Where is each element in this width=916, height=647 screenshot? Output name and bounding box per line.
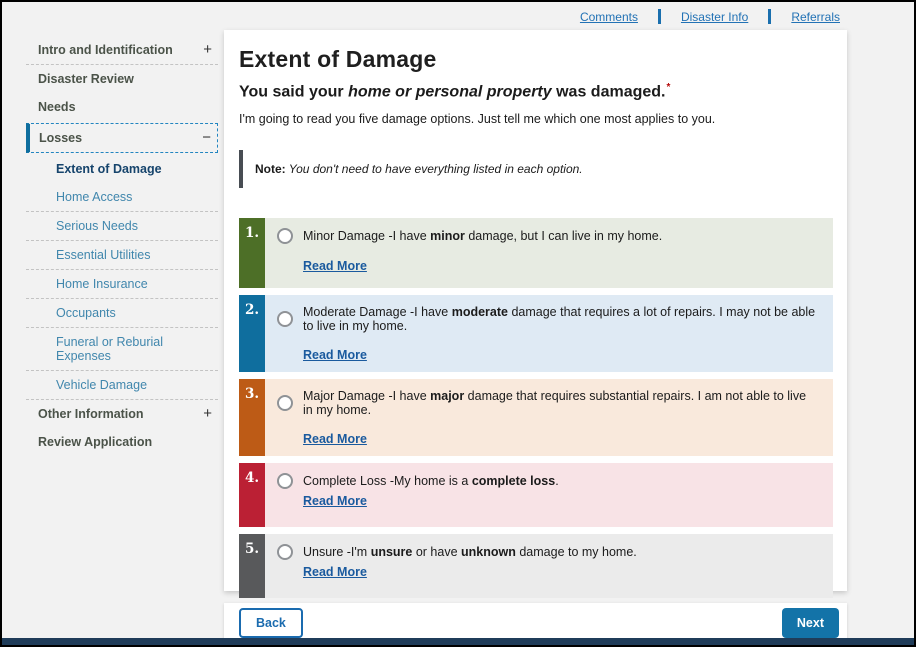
option-2-read-more-link[interactable]: Read More: [303, 348, 367, 362]
nav-link-comments[interactable]: Comments: [580, 10, 638, 24]
nav-link-disaster-info[interactable]: Disaster Info: [681, 10, 748, 24]
next-button[interactable]: Next: [782, 608, 839, 638]
option-number-badge: 1.: [239, 218, 265, 288]
option-row-moderate-damage[interactable]: 2. Moderate Damage -I have moderate dama…: [239, 295, 833, 372]
option-row-minor-damage[interactable]: 1. Minor Damage -I have minor damage, bu…: [239, 218, 833, 288]
sidebar-item-review-application[interactable]: Review Application: [26, 428, 218, 456]
sidebar-item-label: Losses: [39, 131, 82, 145]
sidebar-subitem-extent-of-damage[interactable]: Extent of Damage: [26, 155, 218, 183]
option-2-label: Moderate Damage -I have moderate damage …: [303, 305, 819, 333]
option-number-badge: 4.: [239, 463, 265, 527]
sidebar-item-disaster-review[interactable]: Disaster Review: [26, 65, 218, 93]
sidebar: Intro and Identification + Disaster Revi…: [26, 36, 218, 456]
nav-link-referrals[interactable]: Referrals: [791, 10, 840, 24]
sidebar-item-label: Disaster Review: [38, 72, 134, 86]
expand-icon[interactable]: +: [203, 409, 212, 419]
option-3-read-more-link[interactable]: Read More: [303, 432, 367, 446]
sidebar-item-label: Intro and Identification: [38, 43, 173, 57]
sidebar-item-other-information[interactable]: Other Information +: [26, 400, 218, 428]
option-5-radio[interactable]: [277, 544, 293, 560]
sidebar-subitem-home-insurance[interactable]: Home Insurance: [26, 270, 218, 299]
required-asterisk: *: [666, 82, 670, 93]
option-1-label: Minor Damage -I have minor damage, but I…: [303, 229, 662, 243]
option-row-major-damage[interactable]: 3. Major Damage -I have major damage tha…: [239, 379, 833, 456]
option-number-badge: 2.: [239, 295, 265, 372]
note-label: Note:: [255, 162, 286, 176]
footer-action-bar: Back Next: [224, 603, 847, 643]
sidebar-item-needs[interactable]: Needs: [26, 93, 218, 121]
collapse-icon[interactable]: −: [202, 133, 211, 143]
sidebar-subitem-occupants[interactable]: Occupants: [26, 299, 218, 328]
nav-separator: [658, 9, 661, 24]
note-box: Note: You don't need to have everything …: [239, 150, 833, 188]
option-3-radio[interactable]: [277, 395, 293, 411]
sidebar-item-label: Review Application: [38, 435, 152, 449]
option-5-read-more-link[interactable]: Read More: [303, 565, 367, 579]
question-text: You said your home or personal property …: [239, 82, 833, 101]
sidebar-item-label: Other Information: [38, 407, 144, 421]
option-number-badge: 5.: [239, 534, 265, 598]
page-title: Extent of Damage: [239, 46, 833, 73]
top-nav: Comments Disaster Info Referrals: [580, 9, 840, 24]
sidebar-subitem-home-access[interactable]: Home Access: [26, 183, 218, 212]
sidebar-item-label: Needs: [38, 100, 76, 114]
main-content: Extent of Damage You said your home or p…: [224, 30, 847, 591]
expand-icon[interactable]: +: [203, 45, 212, 55]
sidebar-item-intro-and-identification[interactable]: Intro and Identification +: [26, 36, 218, 65]
sidebar-item-losses[interactable]: Losses −: [26, 123, 218, 153]
sidebar-subitem-vehicle-damage[interactable]: Vehicle Damage: [26, 371, 218, 400]
option-number-badge: 3.: [239, 379, 265, 456]
note-text: You don't need to have everything listed…: [286, 162, 583, 176]
sidebar-subitem-funeral-or-reburial-expenses[interactable]: Funeral or Reburial Expenses: [26, 328, 218, 371]
option-row-complete-loss[interactable]: 4. Complete Loss -My home is a complete …: [239, 463, 833, 527]
back-button[interactable]: Back: [239, 608, 303, 638]
damage-options-list: 1. Minor Damage -I have minor damage, bu…: [239, 218, 833, 598]
sidebar-subitem-essential-utilities[interactable]: Essential Utilities: [26, 241, 218, 270]
option-4-label: Complete Loss -My home is a complete los…: [303, 474, 559, 488]
option-1-radio[interactable]: [277, 228, 293, 244]
option-row-unsure[interactable]: 5. Unsure -I'm unsure or have unknown da…: [239, 534, 833, 598]
option-1-read-more-link[interactable]: Read More: [303, 259, 367, 273]
sidebar-subitem-serious-needs[interactable]: Serious Needs: [26, 212, 218, 241]
option-4-read-more-link[interactable]: Read More: [303, 494, 367, 508]
bottom-bar: [2, 638, 914, 645]
option-2-radio[interactable]: [277, 311, 293, 327]
option-3-label: Major Damage -I have major damage that r…: [303, 389, 819, 417]
option-5-label: Unsure -I'm unsure or have unknown damag…: [303, 545, 637, 559]
option-4-radio[interactable]: [277, 473, 293, 489]
instruction-text: I'm going to read you five damage option…: [239, 112, 833, 126]
nav-separator: [768, 9, 771, 24]
